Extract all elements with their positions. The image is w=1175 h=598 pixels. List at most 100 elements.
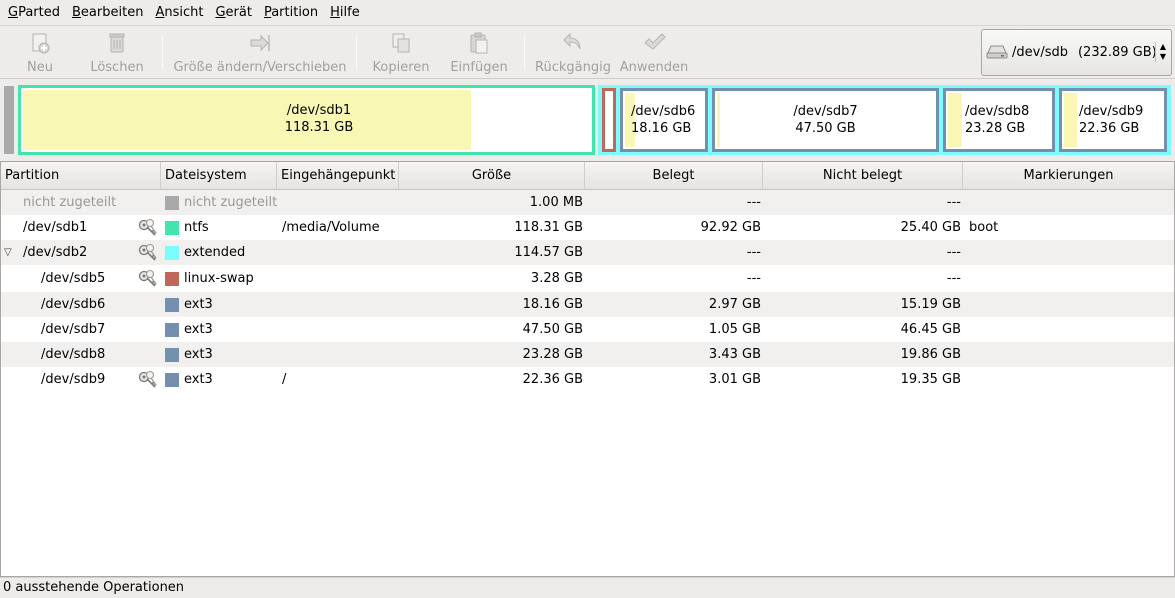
device-name: /dev/sdb <box>1012 45 1068 60</box>
diskmap-sdb1-name: /dev/sdb1 <box>286 103 352 118</box>
partition-table: Partition Dateisystem Eingehängepunkt Gr… <box>0 161 1175 577</box>
harddisk-icon <box>986 42 1008 64</box>
column-header-size[interactable]: Größe <box>399 162 585 190</box>
cell-size: 18.16 GB <box>522 297 583 312</box>
resize-move-button-label: Größe ändern/Verschieben <box>173 60 347 75</box>
cell-mountpoint: / <box>282 372 287 387</box>
filesystem-color-swatch <box>165 348 179 362</box>
menu-partition-label: artition <box>271 5 319 20</box>
menu-ansicht-mnemonic: A <box>155 5 165 20</box>
diskmap-sdb9[interactable]: /dev/sdb9 22.36 GB <box>1059 88 1167 152</box>
paste-icon <box>466 30 492 56</box>
cell-unused: 19.86 GB <box>900 347 961 362</box>
diskmap-sdb7-name: /dev/sdb7 <box>793 104 858 119</box>
disk-map: /dev/sdb1 118.31 GB /dev/sdb6 18.16 GB /… <box>4 84 1171 158</box>
cell-filesystem: nicht zugeteilt <box>184 195 278 210</box>
menu-ansicht-label: nsicht <box>164 5 204 20</box>
cell-size: 114.57 GB <box>514 245 583 260</box>
mounted-key-icon <box>137 269 159 289</box>
menu-bearbeiten[interactable]: Bearbeiten <box>66 0 149 25</box>
delete-button[interactable]: Löschen <box>84 30 150 76</box>
menu-bearbeiten-label: earbeiten <box>80 5 144 20</box>
toolbar-separator <box>524 36 525 70</box>
diskmap-sdb5[interactable] <box>602 88 616 152</box>
cell-partition: /dev/sdb9 <box>41 372 106 387</box>
cell-size: 3.28 GB <box>530 271 583 286</box>
trash-icon <box>104 30 130 56</box>
diskmap-unallocated[interactable] <box>4 86 14 154</box>
undo-icon <box>560 30 586 56</box>
new-button-label: Neu <box>27 60 53 75</box>
cell-filesystem: ext3 <box>184 347 213 362</box>
menu-hilfe-label: ilfe <box>339 5 360 20</box>
cell-unused: 46.45 GB <box>900 322 961 337</box>
expander-arrow-icon[interactable]: ▽ <box>4 240 12 265</box>
cell-size: 23.28 GB <box>522 347 583 362</box>
cell-filesystem: ext3 <box>184 322 213 337</box>
new-partition-icon <box>27 30 53 56</box>
copy-button[interactable]: Kopieren <box>368 30 434 76</box>
menu-ansicht[interactable]: Ansicht <box>149 0 209 25</box>
table-row[interactable]: /dev/sdb9 ext3 / 22.36 GB 3.01 GB 19.35 GB <box>1 367 1174 392</box>
cell-partition: /dev/sdb2 <box>23 245 88 260</box>
resize-arrow-icon <box>247 30 273 56</box>
table-row[interactable]: /dev/sdb1 ntfs/media/Volume 118.31 GB 92.92… <box>1 215 1174 240</box>
column-header-filesystem[interactable]: Dateisystem <box>161 162 277 190</box>
menu-partition[interactable]: Partition <box>258 0 324 25</box>
menu-geraet-label: erät <box>225 5 252 20</box>
column-header-used[interactable]: Belegt <box>585 162 763 190</box>
menu-bearbeiten-mnemonic: B <box>72 5 81 20</box>
menu-gparted-label: Parted <box>18 5 60 20</box>
cell-filesystem: extended <box>184 245 246 260</box>
diskmap-sdb9-used-bar <box>1064 93 1077 147</box>
cell-partition: /dev/sdb6 <box>41 297 106 312</box>
toolbar-separator <box>162 36 163 70</box>
diskmap-sdb7[interactable]: /dev/sdb7 47.50 GB <box>712 88 939 152</box>
diskmap-sdb8-size: 23.28 GB <box>965 121 1026 136</box>
menu-bar: GParted Bearbeiten Ansicht Gerät Partiti… <box>0 0 1175 25</box>
filesystem-color-swatch <box>165 323 179 337</box>
cell-used: --- <box>746 271 761 286</box>
diskmap-sdb8[interactable]: /dev/sdb8 23.28 GB <box>943 88 1055 152</box>
column-header-flags[interactable]: Markierungen <box>963 162 1174 190</box>
resize-move-button[interactable]: Größe ändern/Verschieben <box>172 30 348 76</box>
cell-used: --- <box>746 245 761 260</box>
diskmap-sdb7-size: 47.50 GB <box>795 121 856 136</box>
cell-unused: 19.35 GB <box>900 372 961 387</box>
menu-gparted[interactable]: GParted <box>2 0 66 25</box>
table-row[interactable]: nicht zugeteilt nicht zugeteilt 1.00 MB ---… <box>1 190 1174 215</box>
cell-partition: /dev/sdb7 <box>41 322 106 337</box>
cell-partition: nicht zugeteilt <box>23 195 117 210</box>
undo-button[interactable]: Rückgängig <box>534 30 612 76</box>
diskmap-sdb1[interactable]: /dev/sdb1 118.31 GB <box>18 85 595 155</box>
new-button[interactable]: Neu <box>14 30 66 76</box>
pending-operations-text: 0 ausstehende Operationen <box>3 580 185 595</box>
column-header-unused[interactable]: Nicht belegt <box>763 162 963 190</box>
cell-filesystem: ext3 <box>184 297 213 312</box>
toolbar-separator <box>356 36 357 70</box>
table-header: Partition Dateisystem Eingehängepunkt Gr… <box>1 162 1174 190</box>
column-header-mountpoint[interactable]: Eingehängepunkt <box>277 162 399 190</box>
diskmap-sdb2-extended[interactable]: /dev/sdb6 18.16 GB /dev/sdb7 47.50 GB /d… <box>598 85 1171 155</box>
filesystem-color-swatch <box>165 246 179 260</box>
filesystem-color-swatch <box>165 221 179 235</box>
table-row[interactable]: /dev/sdb7 ext3 47.50 GB 1.05 GB 46.45 GB <box>1 317 1174 342</box>
diskmap-sdb6[interactable]: /dev/sdb6 18.16 GB <box>620 88 708 152</box>
diskmap-sdb8-used-bar <box>948 93 962 147</box>
device-selector[interactable]: /dev/sdb (232.89 GB) ▲ ▼ <box>981 29 1172 76</box>
apply-button[interactable]: Anwenden <box>618 30 690 76</box>
column-header-partition[interactable]: Partition <box>1 162 161 190</box>
table-row[interactable]: ▽ /dev/sdb2 extended 114.57 GB --- --- <box>1 240 1174 265</box>
table-row[interactable]: /dev/sdb8 ext3 23.28 GB 3.43 GB 19.86 GB <box>1 342 1174 367</box>
cell-mountpoint: /media/Volume <box>282 220 380 235</box>
cell-partition: /dev/sdb8 <box>41 347 106 362</box>
table-row[interactable]: /dev/sdb5 linux-swap 3.28 GB --- --- <box>1 266 1174 291</box>
menu-hilfe[interactable]: Hilfe <box>324 0 366 25</box>
table-row[interactable]: /dev/sdb6 ext3 18.16 GB 2.97 GB 15.19 GB <box>1 292 1174 317</box>
diskmap-sdb1-size: 118.31 GB <box>284 120 354 135</box>
copy-icon <box>388 30 414 56</box>
menu-geraet[interactable]: Gerät <box>209 0 257 25</box>
paste-button[interactable]: Einfügen <box>446 30 512 76</box>
diskmap-sdb9-size: 22.36 GB <box>1079 121 1140 136</box>
undo-button-label: Rückgängig <box>535 60 611 75</box>
